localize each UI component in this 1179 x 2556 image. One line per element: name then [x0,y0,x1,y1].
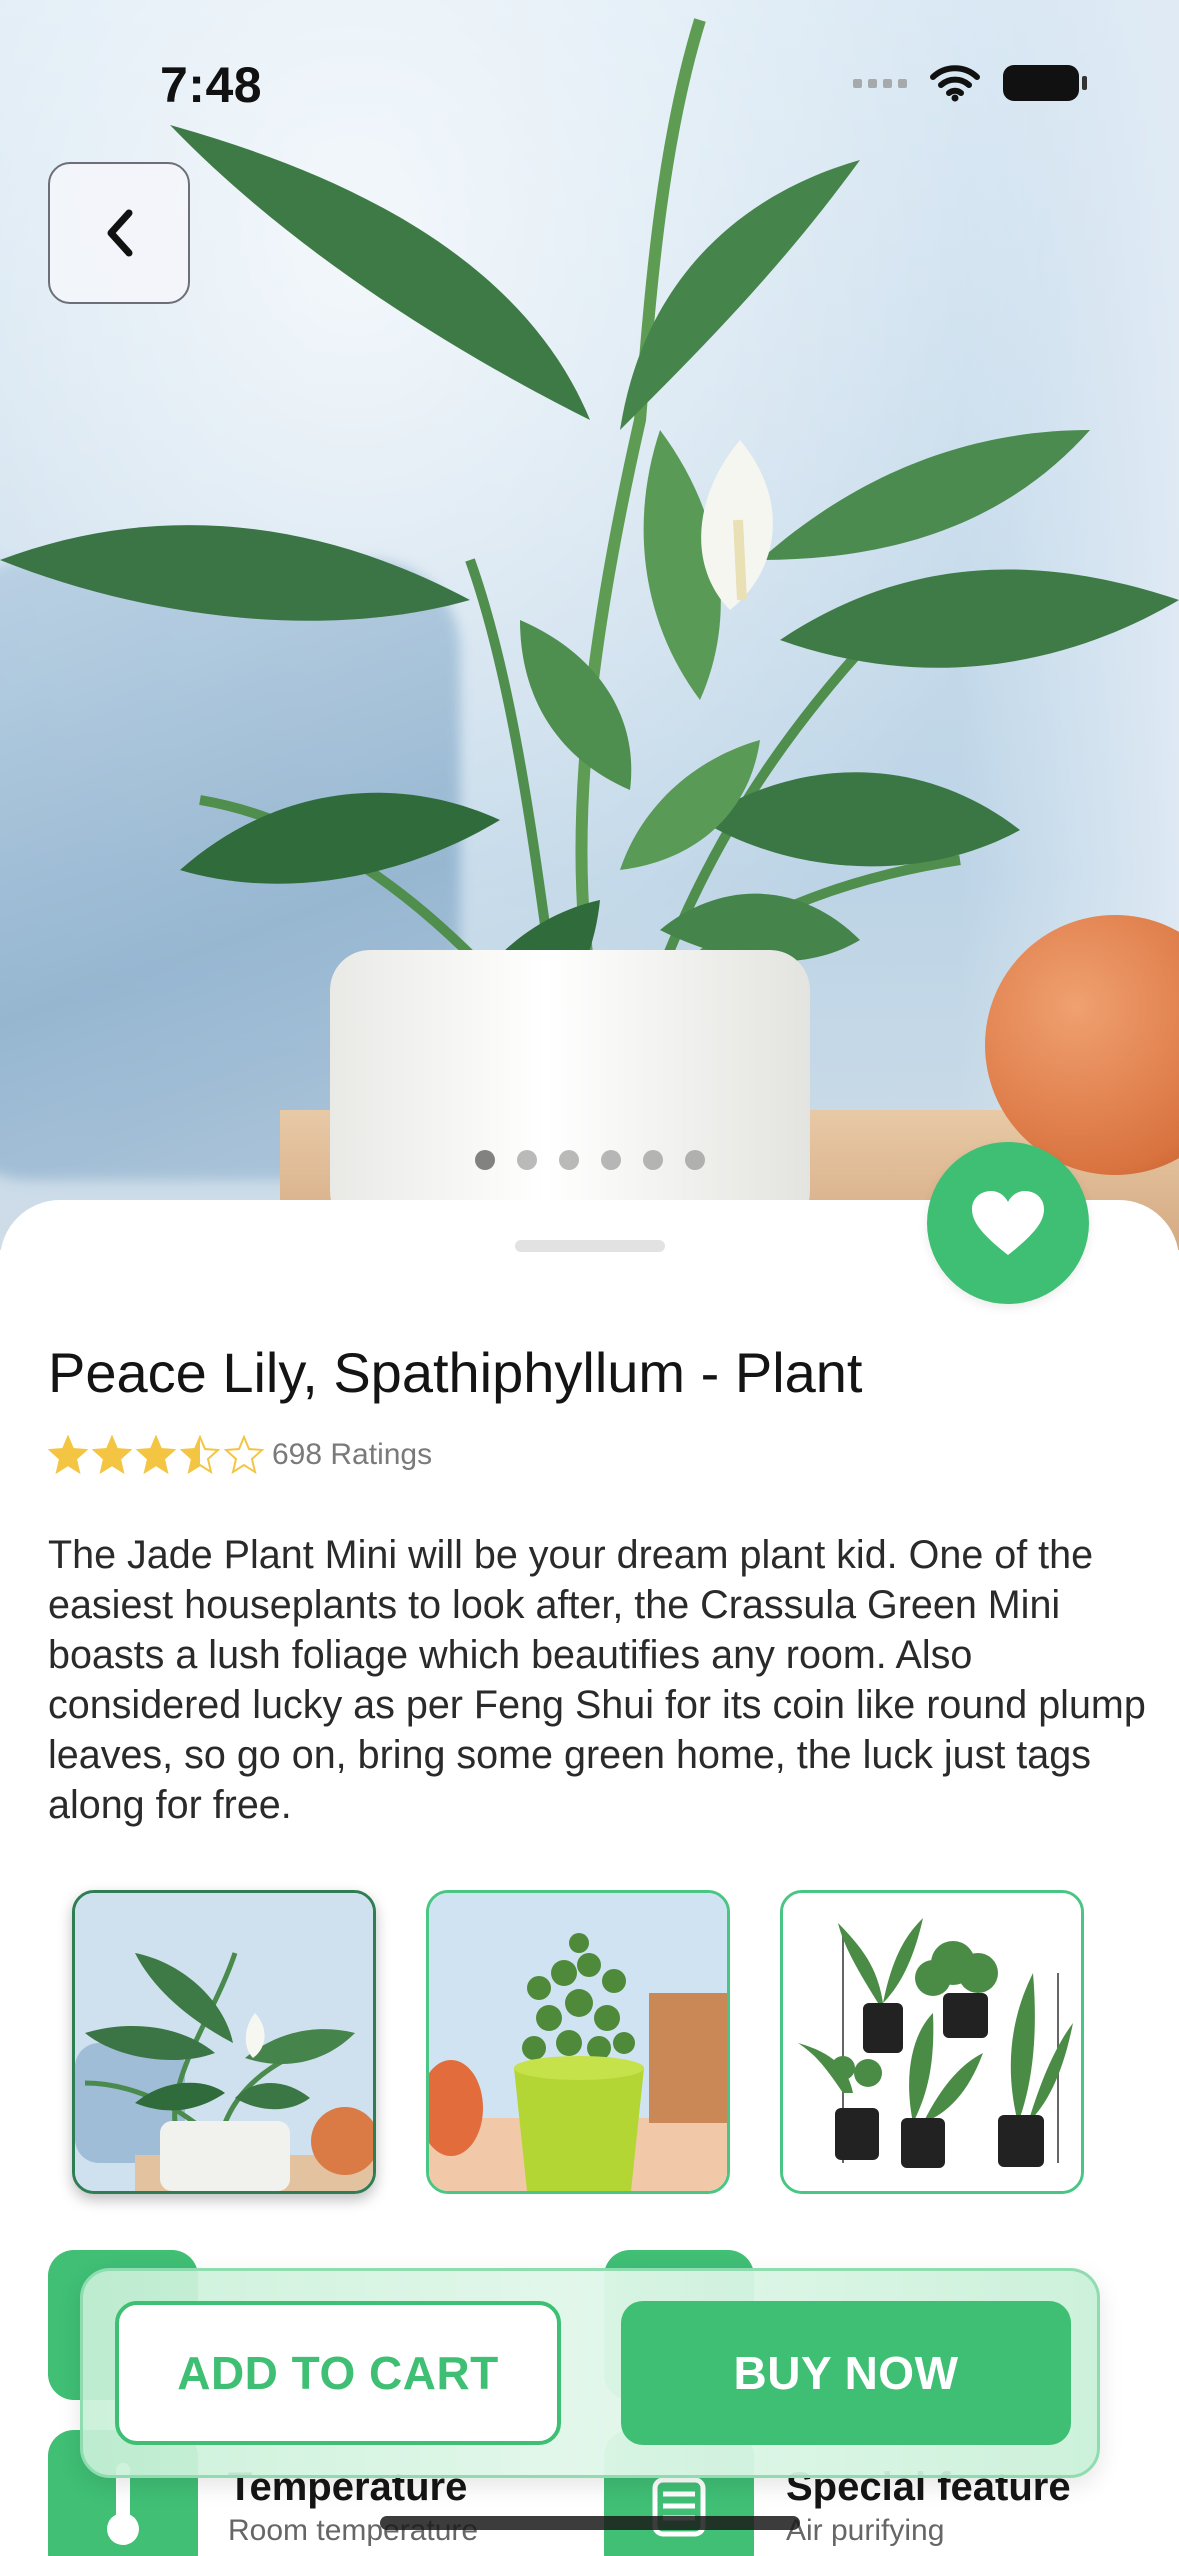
home-indicator[interactable] [380,2516,800,2530]
add-to-cart-button[interactable]: ADD TO CART [115,2301,561,2445]
product-title: Peace Lily, Spathiphyllum - Plant [48,1341,863,1404]
ratings-count: 698 Ratings [272,1438,433,1471]
carousel-dot[interactable] [559,1150,579,1170]
status-time: 7:48 [160,57,263,113]
battery-icon [1003,65,1087,101]
product-rating: 698 Ratings [48,1435,432,1475]
star-icon [48,1435,88,1475]
carousel-pagination [475,1150,705,1170]
purchase-action-bar: ADD TO CART BUY NOW [80,2268,1100,2478]
chevron-left-icon [107,209,133,257]
gallery-thumbnail-3[interactable] [780,1890,1084,2194]
carousel-dot[interactable] [685,1150,705,1170]
star-rating [48,1435,264,1475]
star-icon [136,1435,176,1475]
favorite-button[interactable] [927,1142,1089,1304]
star-icon [92,1435,132,1475]
carousel-dot[interactable] [475,1150,495,1170]
star-icon [180,1435,220,1475]
image-gallery [72,1890,1084,2194]
feature-special-subtitle: Air purifying [786,2514,945,2547]
heart-icon [972,1191,1044,1255]
peace-lily-thumbnail [75,1893,373,2191]
carousel-dot[interactable] [643,1150,663,1170]
jade-plant-thumbnail [429,1893,727,2191]
cellular-signal-icon [853,78,907,88]
wifi-icon [930,65,980,102]
status-icons [853,64,1087,102]
star-icon [224,1435,264,1475]
product-hero-image[interactable]: 7:48 [0,0,1179,1250]
carousel-dot[interactable] [517,1150,537,1170]
carousel-dot[interactable] [601,1150,621,1170]
back-button[interactable] [48,162,190,304]
buy-now-button[interactable]: BUY NOW [621,2301,1071,2445]
gallery-thumbnail-2[interactable] [426,1890,730,2194]
sheet-drag-handle[interactable] [515,1240,665,1252]
gallery-thumbnail-1[interactable] [72,1890,376,2194]
plant-set-thumbnail [783,1893,1081,2191]
product-description: The Jade Plant Mini will be your dream p… [48,1533,1146,1827]
